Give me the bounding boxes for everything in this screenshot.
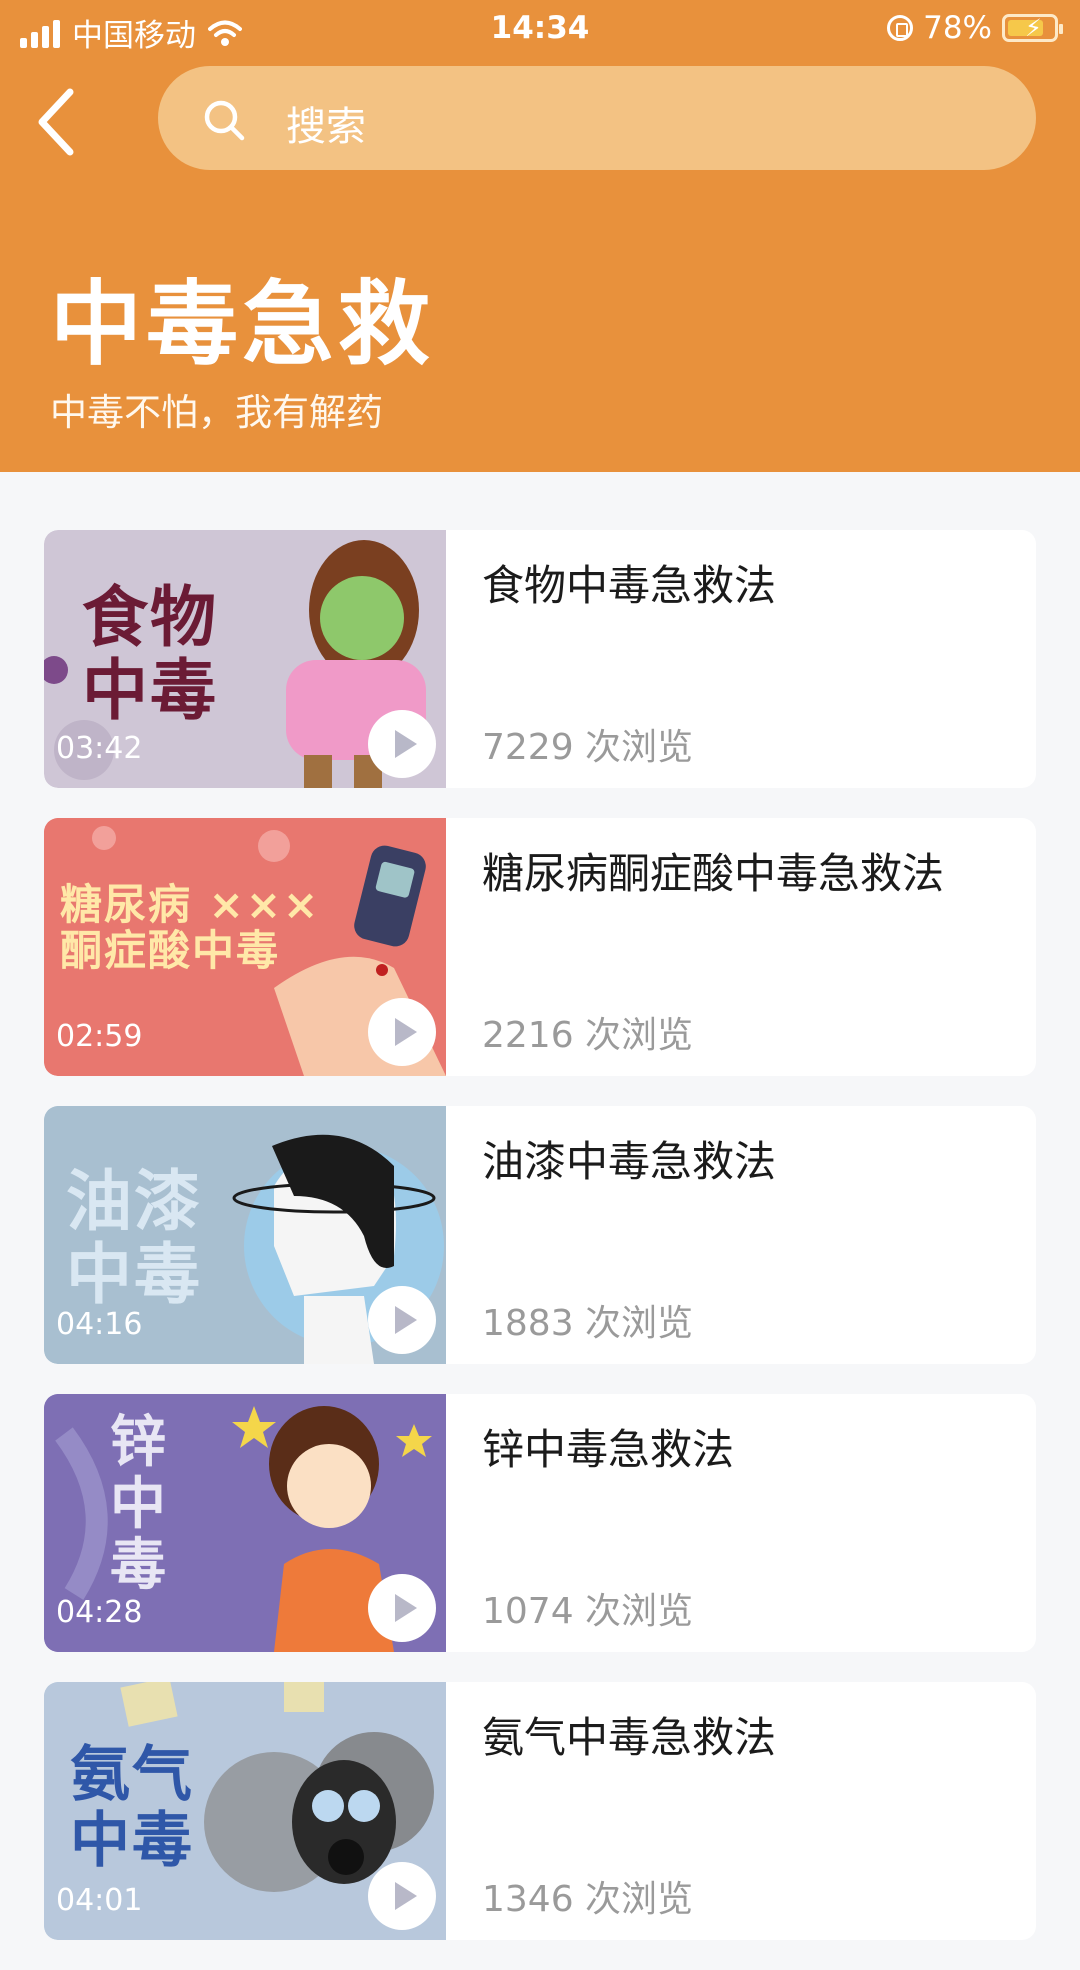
play-button[interactable] <box>368 1286 436 1354</box>
battery-percent: 78% <box>923 10 992 46</box>
view-count: 7229 次浏览 <box>482 727 694 768</box>
video-title[interactable]: 锌中毒急救法 <box>482 1416 734 1477</box>
view-count: 1346 次浏览 <box>482 1879 694 1920</box>
video-duration: 02:59 <box>56 1019 143 1054</box>
video-list: 食物 中毒 03:42 食物中毒急救法 7229 次浏览 糖尿病 ××× 酮症酸… <box>44 530 1036 1970</box>
video-thumbnail[interactable]: 食物 中毒 03:42 <box>44 530 446 788</box>
video-title[interactable]: 糖尿病酮症酸中毒急救法 <box>482 840 944 901</box>
play-button[interactable] <box>368 1574 436 1642</box>
view-count: 1883 次浏览 <box>482 1303 694 1344</box>
play-button[interactable] <box>368 1862 436 1930</box>
video-thumbnail[interactable]: 锌 中 毒 04:28 <box>44 1394 446 1652</box>
video-card[interactable]: 氨气 中毒 04:01 氨气中毒急救法 1346 次浏览 <box>44 1682 1036 1940</box>
thumbnail-text-1: 氨气 中毒 <box>70 1740 194 1876</box>
video-duration: 04:01 <box>56 1883 143 1918</box>
video-thumbnail[interactable]: 油漆 中毒 04:16 <box>44 1106 446 1364</box>
thumbnail-text-1: 糖尿病 ××× 酮症酸中毒 <box>60 880 321 976</box>
back-button[interactable] <box>30 82 90 162</box>
video-card[interactable]: 糖尿病 ××× 酮症酸中毒 02:59 糖尿病酮症酸中毒急救法 2216 次浏览 <box>44 818 1036 1076</box>
video-thumbnail[interactable]: 氨气 中毒 04:01 <box>44 1682 446 1940</box>
video-card[interactable]: 锌 中 毒 04:28 锌中毒急救法 1074 次浏览 <box>44 1394 1036 1652</box>
page-subtitle: 中毒不怕，我有解药 <box>50 391 383 434</box>
rotation-lock-icon <box>887 15 914 41</box>
header: 中国移动 14:34 78% ⚡ 搜索 中毒急救 中毒不怕，我有解药 <box>0 0 1080 472</box>
search-icon <box>204 100 245 141</box>
play-button[interactable] <box>368 710 436 778</box>
video-title[interactable]: 油漆中毒急救法 <box>482 1128 776 1189</box>
video-card[interactable]: 油漆 中毒 04:16 油漆中毒急救法 1883 次浏览 <box>44 1106 1036 1364</box>
view-count: 2216 次浏览 <box>482 1015 694 1056</box>
video-title[interactable]: 氨气中毒急救法 <box>482 1704 776 1765</box>
thumbnail-text-1: 油漆 中毒 <box>66 1163 202 1313</box>
search-placeholder: 搜索 <box>286 104 366 150</box>
thumbnail-text-1: 食物 中毒 <box>82 579 218 729</box>
view-count: 1074 次浏览 <box>482 1591 694 1632</box>
video-duration: 04:28 <box>56 1595 143 1630</box>
video-duration: 03:42 <box>56 731 143 766</box>
search-input[interactable]: 搜索 <box>158 66 1036 170</box>
video-thumbnail[interactable]: 糖尿病 ××× 酮症酸中毒 02:59 <box>44 818 446 1076</box>
thumbnail-text-1: 锌 中 毒 <box>110 1410 168 1599</box>
status-bar: 中国移动 14:34 78% ⚡ <box>0 0 1080 60</box>
status-right: 78% ⚡ <box>887 10 1063 46</box>
play-button[interactable] <box>368 998 436 1066</box>
chevron-left-icon <box>38 88 74 156</box>
battery-icon: ⚡ <box>1002 14 1063 42</box>
video-duration: 04:16 <box>56 1307 143 1342</box>
video-title[interactable]: 食物中毒急救法 <box>482 552 776 613</box>
page-title: 中毒急救 <box>50 271 435 378</box>
video-card[interactable]: 食物 中毒 03:42 食物中毒急救法 7229 次浏览 <box>44 530 1036 788</box>
